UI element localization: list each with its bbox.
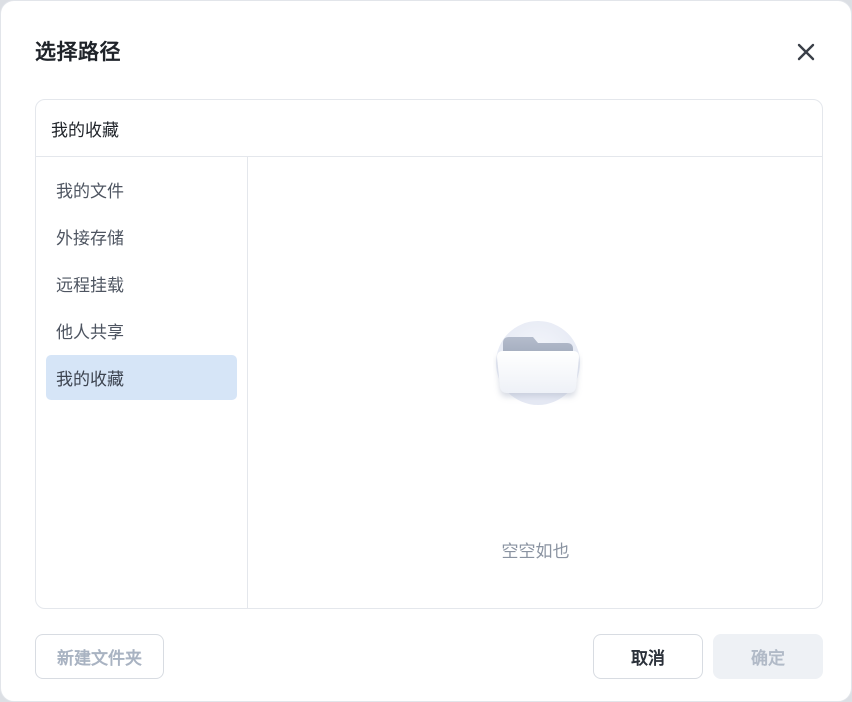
current-path-label: 我的收藏 [51, 120, 119, 141]
sidebar-item-label: 他人共享 [56, 323, 124, 343]
empty-folder-icon [496, 321, 580, 405]
folder-content-area: 空空如也 [249, 157, 822, 608]
sidebar-item-label: 我的文件 [56, 182, 124, 202]
dialog-title: 选择路径 [35, 40, 121, 64]
cancel-button[interactable]: 取消 [593, 634, 703, 679]
current-path-bar: 我的收藏 [36, 100, 822, 157]
empty-state-text: 空空如也 [501, 542, 570, 562]
sidebar-item-label: 外接存储 [56, 229, 124, 249]
sidebar-item-shared-by-others[interactable]: 他人共享 [46, 308, 237, 353]
sidebar-item-label: 我的收藏 [56, 370, 124, 390]
sidebar-item-remote-mount[interactable]: 远程挂载 [46, 261, 237, 306]
path-panel: 我的收藏 我的文件 外接存储 远程挂载 他人共享 我的收藏 空空如也 [35, 99, 823, 609]
location-sidebar: 我的文件 外接存储 远程挂载 他人共享 我的收藏 [36, 157, 248, 608]
sidebar-item-my-favorites[interactable]: 我的收藏 [46, 355, 237, 400]
sidebar-item-label: 远程挂载 [56, 276, 124, 296]
close-button[interactable] [793, 39, 819, 65]
confirm-button[interactable]: 确定 [713, 634, 823, 679]
close-icon [797, 43, 815, 61]
sidebar-item-external-storage[interactable]: 外接存储 [46, 214, 237, 259]
new-folder-button[interactable]: 新建文件夹 [35, 634, 164, 679]
select-path-dialog: 选择路径 我的收藏 我的文件 外接存储 远程挂载 他人共享 我的收藏 空空如也 … [0, 0, 852, 702]
sidebar-item-my-files[interactable]: 我的文件 [46, 167, 237, 212]
